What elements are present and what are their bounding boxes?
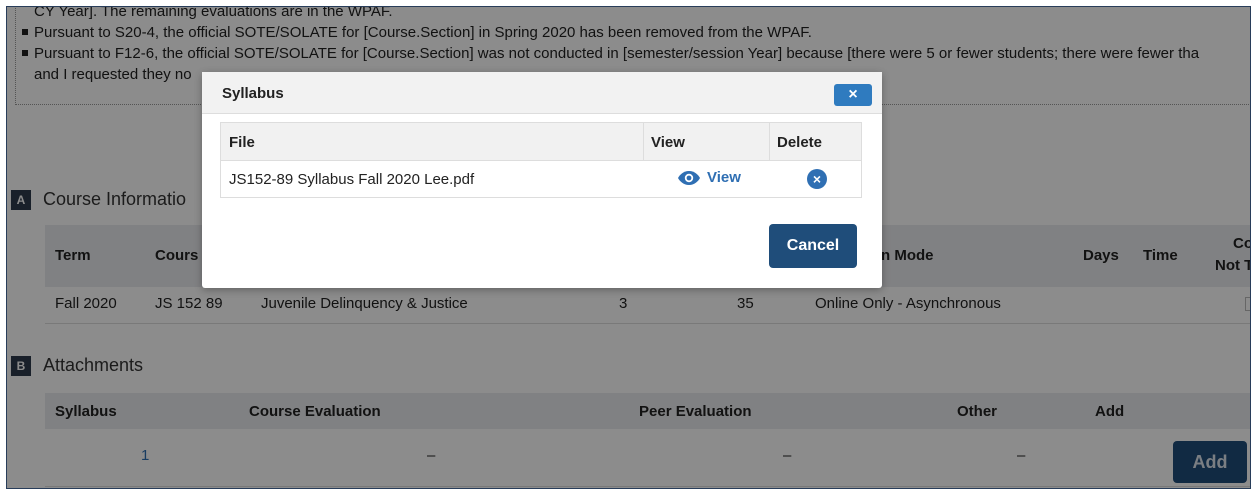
view-label: View — [707, 169, 741, 186]
file-row: JS152-89 Syllabus Fall 2020 Lee.pdf View… — [221, 161, 861, 198]
close-icon: × — [848, 86, 858, 103]
eye-icon — [678, 170, 700, 185]
col-view: View — [651, 134, 685, 151]
modal-title: Syllabus — [222, 85, 284, 102]
divider — [643, 123, 644, 161]
file-name: JS152-89 Syllabus Fall 2020 Lee.pdf — [229, 171, 475, 188]
close-button[interactable]: × — [834, 84, 872, 106]
col-file: File — [229, 134, 255, 151]
col-delete: Delete — [777, 134, 823, 151]
x-circle-icon: × — [807, 169, 827, 189]
syllabus-modal: Syllabus × File View Delete JS152-89 Syl… — [202, 72, 882, 288]
delete-button[interactable]: × — [807, 169, 827, 189]
cancel-button[interactable]: Cancel — [769, 224, 857, 268]
modal-header: Syllabus × — [202, 72, 882, 114]
divider — [769, 123, 770, 161]
view-link[interactable]: View — [677, 169, 741, 186]
file-table-header: File View Delete — [221, 123, 861, 161]
file-table: File View Delete JS152-89 Syllabus Fall … — [220, 122, 862, 198]
